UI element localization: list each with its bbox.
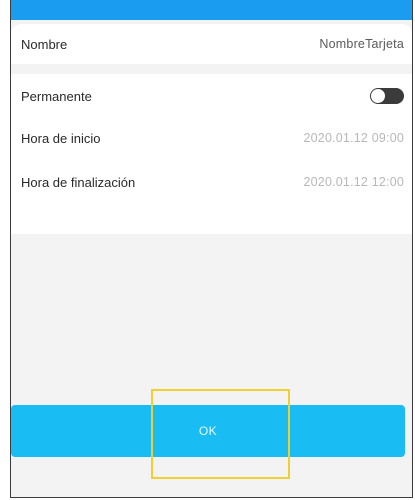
toggle-knob — [371, 89, 385, 103]
permanent-label: Permanente — [21, 88, 92, 104]
start-time-label: Hora de inicio — [21, 130, 101, 146]
permanent-row: Permanente — [11, 74, 412, 118]
end-time-value[interactable]: 2020.01.12 12:00 — [303, 175, 404, 189]
header-bar — [11, 0, 412, 20]
name-row[interactable]: Nombre NombreTarjeta — [11, 24, 412, 64]
end-time-label: Hora de finalización — [21, 174, 136, 190]
ok-button[interactable]: OK — [11, 405, 405, 457]
permanent-toggle[interactable] — [370, 88, 404, 104]
ok-button-label: OK — [198, 424, 218, 438]
name-value[interactable]: NombreTarjeta — [319, 37, 404, 51]
name-label: Nombre — [21, 36, 68, 52]
start-time-row[interactable]: Hora de inicio 2020.01.12 09:00 — [11, 118, 412, 158]
end-time-row[interactable]: Hora de finalización 2020.01.12 12:00 — [11, 160, 412, 204]
start-time-value[interactable]: 2020.01.12 09:00 — [303, 131, 404, 145]
